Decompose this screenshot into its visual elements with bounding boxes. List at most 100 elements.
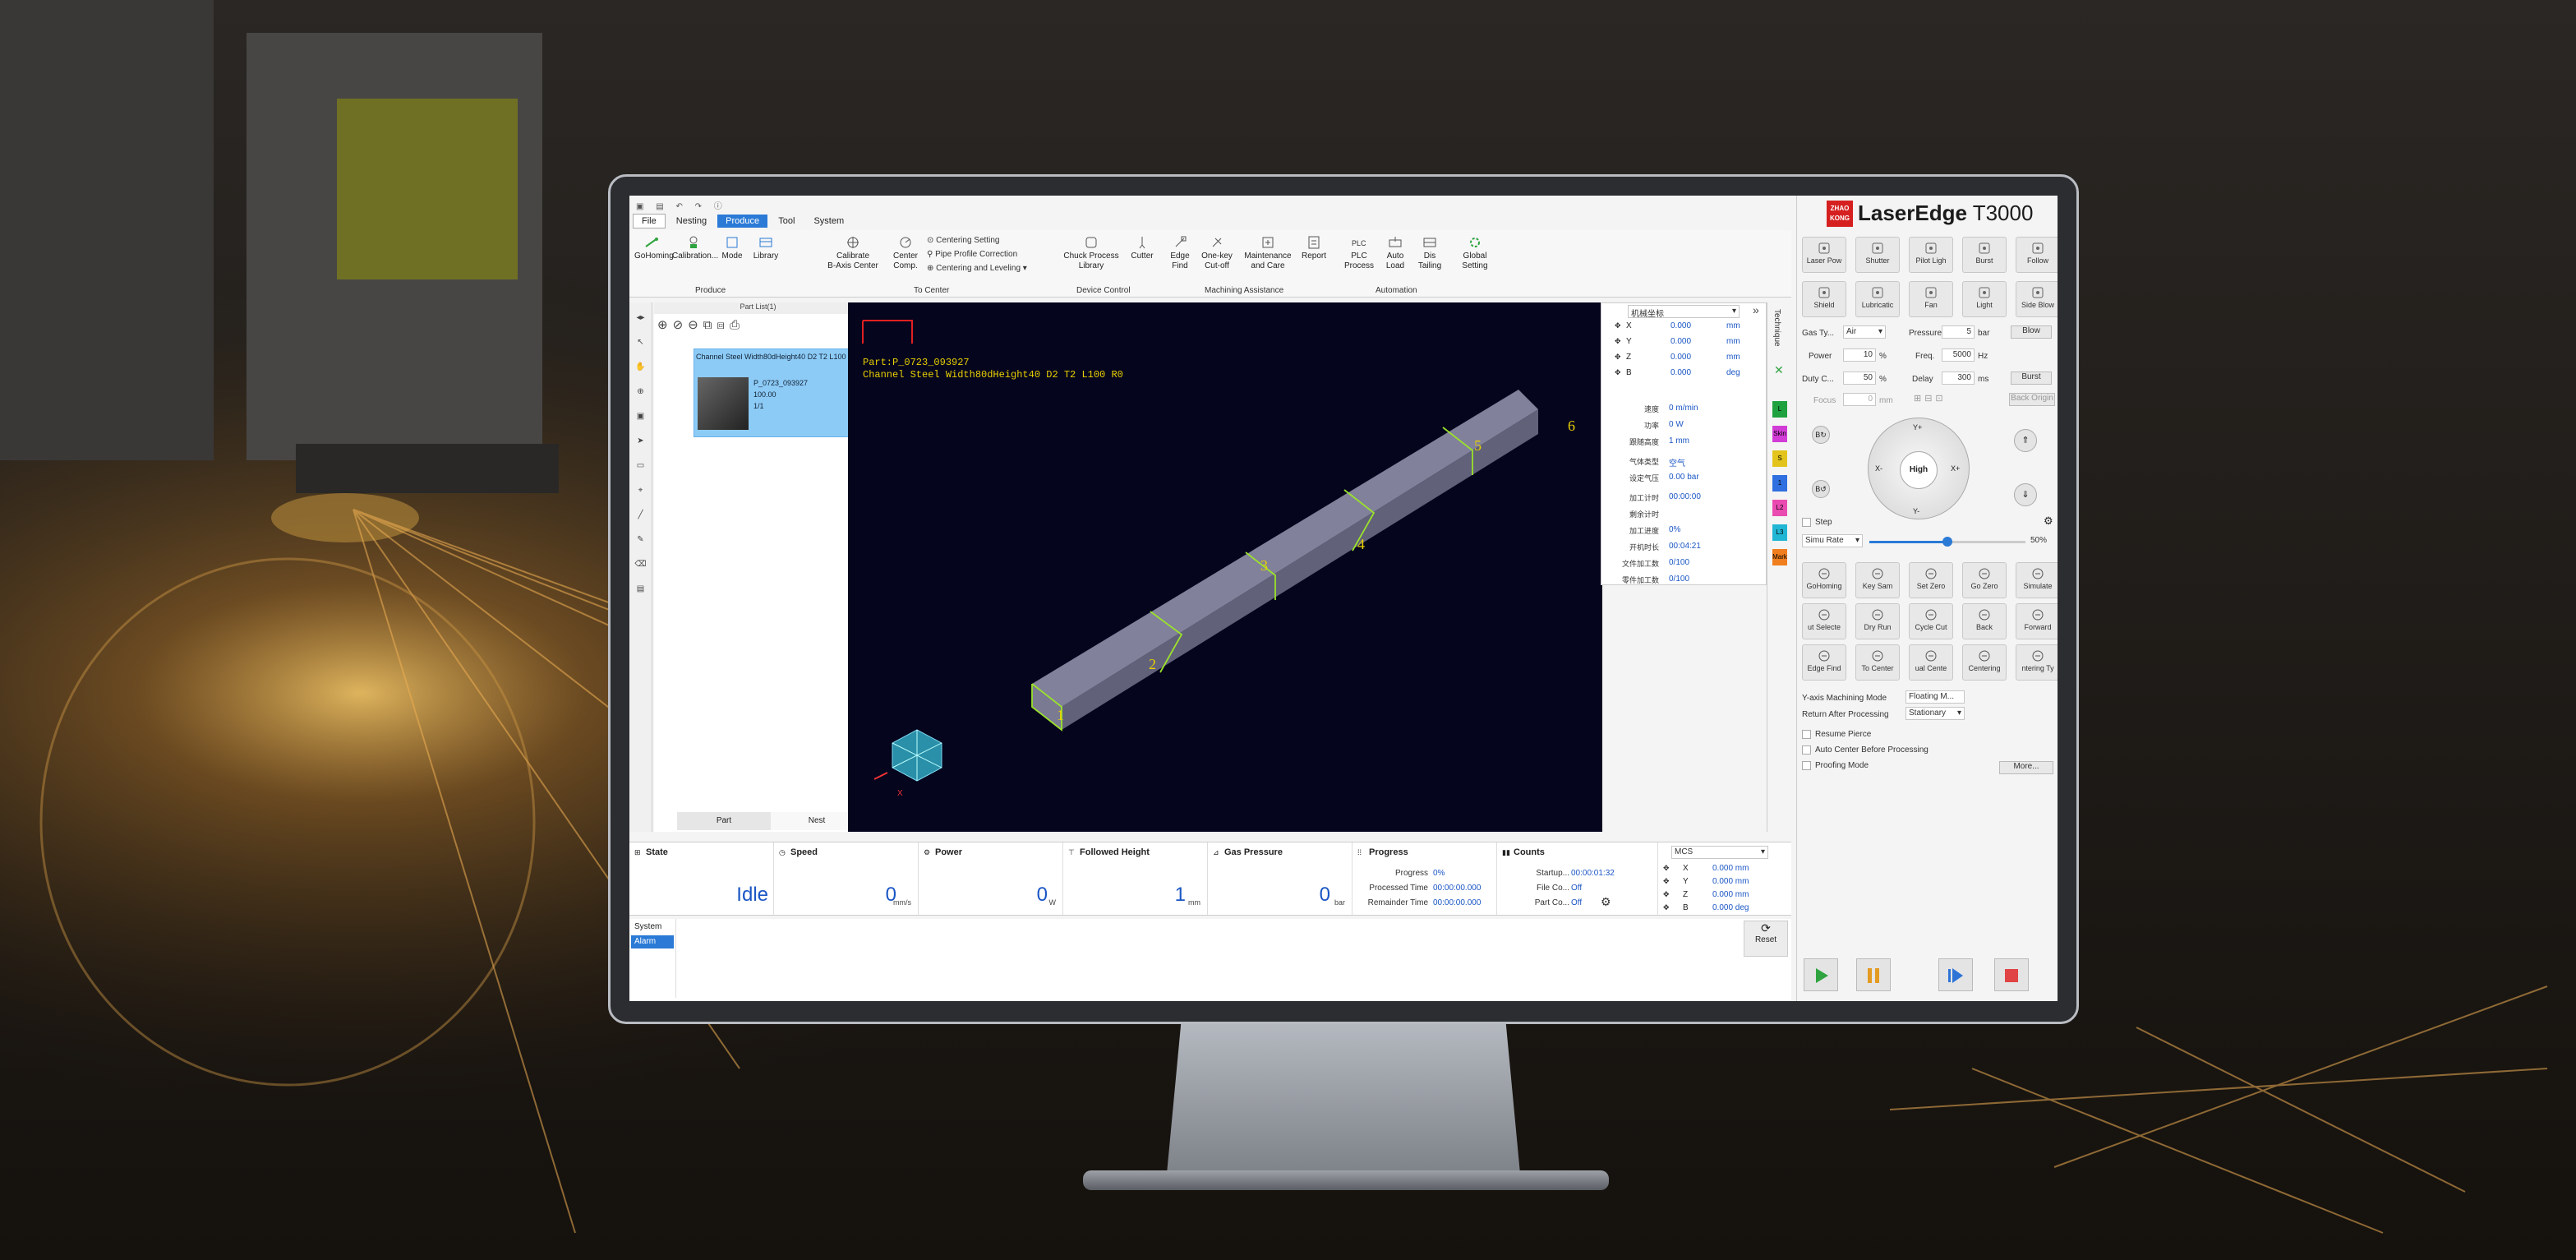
ruler-tool-icon[interactable]: ▤ [629,577,652,602]
follow-button[interactable]: Follow [2016,237,2058,273]
b-minus-button[interactable]: B↺ [1812,480,1830,498]
pointer-tool-icon[interactable]: ➤ [629,429,652,454]
option-checkbox[interactable] [1802,745,1811,755]
simu-rate-dropdown[interactable]: Simu Rate ▾ [1802,534,1863,547]
zoom-tool-icon[interactable]: ⊕ [629,380,652,404]
layer-tab[interactable]: Mark [1772,549,1787,565]
global-setting-button[interactable]: Global Setting [1456,235,1494,271]
menu-produce[interactable]: Produce [717,215,768,228]
report-button[interactable]: Report [1298,235,1329,261]
center-comp-button[interactable]: Center Comp. [887,235,924,271]
coord-mode-dropdown[interactable]: 机械坐标 ▾ [1628,305,1740,318]
dry-run-button[interactable]: Dry Run [1855,603,1900,639]
shield-button[interactable]: Shield [1802,281,1846,317]
centering-button[interactable]: Centering [1962,644,2007,681]
maintenance-button[interactable]: Maintenance and Care [1241,235,1295,271]
to-center-button[interactable]: To Center [1855,644,1900,681]
dis-tailing-button[interactable]: Dis Tailing [1413,235,1446,271]
jog-y-plus[interactable]: Y+ [1913,423,1922,432]
z-down-button[interactable]: ⇓ [2014,483,2037,506]
forward-button[interactable]: Forward [2016,603,2058,639]
measure-tool-icon[interactable]: ⌖ [629,478,652,503]
y-axis-mode-dropdown[interactable]: Floating M... [1906,690,1965,704]
quick-access-toolbar[interactable]: ▣ ▤ ↶ ↷ ⓘ [636,199,727,211]
pressure-input[interactable]: 5 [1942,325,1975,339]
freq-input[interactable]: 5000 [1942,348,1975,362]
mcs-dropdown[interactable]: MCS ▾ [1671,846,1768,859]
go-zero-button[interactable]: Go Zero [1962,562,2007,598]
collapse-panel-icon[interactable]: » [1753,303,1759,316]
side-blow-button[interactable]: Side Blow [2016,281,2058,317]
layer-tab[interactable]: L [1772,401,1787,418]
cad-canvas[interactable]: 1 2 3 4 5 6 X Part:P_0723_093927 Channel… [848,302,1602,832]
calibrate-b-axis-button[interactable]: Calibrate B-Axis Center [822,235,884,271]
cycle-cut-button[interactable]: Cycle Cut [1909,603,1953,639]
edge-find-button[interactable]: Edge Find [1802,644,1846,681]
library-button[interactable]: Library [749,235,782,261]
part-list-item[interactable]: Channel Steel Width80dHeight40 D2 T2 L10… [694,348,863,437]
gohoming-button[interactable]: GoHoming [634,235,674,261]
menu-system[interactable]: System [805,215,852,228]
jog-x-plus[interactable]: X+ [1951,464,1960,473]
pilot-ligh-button[interactable]: Pilot Ligh [1909,237,1953,273]
view-cube-icon[interactable]: X [873,729,942,798]
part-list-toolbar[interactable]: ⊕⊘⊖⧉⧈⎙ [657,317,744,332]
option-checkbox[interactable] [1802,761,1811,770]
pan-tool-icon[interactable]: ✋ [629,355,652,380]
duty-input[interactable]: 50 [1843,372,1876,385]
return-after-dropdown[interactable]: Stationary ▾ [1906,707,1965,720]
start-button[interactable] [1804,958,1838,991]
jog-pad[interactable]: Y+ Y- X- X+ High [1868,418,1970,519]
auto-load-button[interactable]: Auto Load [1380,235,1410,271]
ntering-ty-button[interactable]: ntering Ty [2016,644,2058,681]
cutter-button[interactable]: Cutter [1126,235,1159,261]
centering-setting-link[interactable]: ⊙ Centering Setting [927,233,1027,247]
burst-button[interactable]: Burst [1962,237,2007,273]
edit-tool-icon[interactable]: ✎ [629,528,652,552]
more-button[interactable]: More... [1999,761,2053,774]
one-key-cutoff-button[interactable]: One-key Cut-off [1196,235,1237,271]
jog-x-minus[interactable]: X- [1875,464,1882,473]
plc-process-button[interactable]: PLC PLC Process [1341,235,1377,271]
b-plus-button[interactable]: B↻ [1812,426,1830,444]
edge-find-button[interactable]: Edge Find [1165,235,1195,271]
image-tool-icon[interactable]: ▣ [629,404,652,429]
layer-tab[interactable]: L2 [1772,500,1787,516]
delay-input[interactable]: 300 [1942,372,1975,385]
ual-cente-button[interactable]: ual Cente [1909,644,1953,681]
power-input[interactable]: 10 [1843,348,1876,362]
focus-step-buttons[interactable]: ⊞⊟⊡ [1914,393,1947,404]
z-up-button[interactable]: ⇑ [2014,429,2037,452]
tab-part[interactable]: Part [677,812,771,830]
pause-button[interactable] [1856,958,1891,991]
jog-settings-icon[interactable]: ⚙ [2044,515,2053,528]
step-run-button[interactable] [1938,958,1973,991]
pipe-profile-correction-link[interactable]: ⚲ Pipe Profile Correction [927,247,1027,261]
select-tool-icon[interactable]: ↖ [629,330,652,355]
key-sam-button[interactable]: Key Sam [1855,562,1900,598]
jog-y-minus[interactable]: Y- [1913,507,1919,515]
lubricatic-button[interactable]: Lubricatic [1855,281,1900,317]
technique-tab[interactable]: Technique [1772,309,1781,347]
step-checkbox[interactable] [1802,518,1811,527]
simulate-button[interactable]: Simulate [2016,562,2058,598]
collapse-icon[interactable]: ◂▸ [629,306,652,330]
blow-button[interactable]: Blow [2011,325,2052,339]
calibration-button[interactable]: Calibration... [672,235,718,261]
menu-nesting[interactable]: Nesting [668,215,715,228]
gas-type-dropdown[interactable]: Air ▾ [1843,325,1886,339]
layer-tab[interactable]: Skin [1772,426,1787,442]
shutter-button[interactable]: Shutter [1855,237,1900,273]
line-tool-icon[interactable]: ╱ [629,503,652,528]
stop-button[interactable] [1994,958,2029,991]
menu-file[interactable]: File [633,214,666,228]
centering-leveling-link[interactable]: ⊕ Centering and Leveling ▾ [927,261,1027,275]
option-checkbox[interactable] [1802,730,1811,739]
rect-tool-icon[interactable]: ▭ [629,454,652,478]
layer-tab[interactable]: S [1772,450,1787,467]
eraser-tool-icon[interactable]: ⌫ [629,552,652,577]
burst-small-button[interactable]: Burst [2011,372,2052,385]
gohoming-button[interactable]: GoHoming [1802,562,1846,598]
layer-tab[interactable]: 1 [1772,475,1787,492]
mode-button[interactable]: Mode [718,235,746,261]
